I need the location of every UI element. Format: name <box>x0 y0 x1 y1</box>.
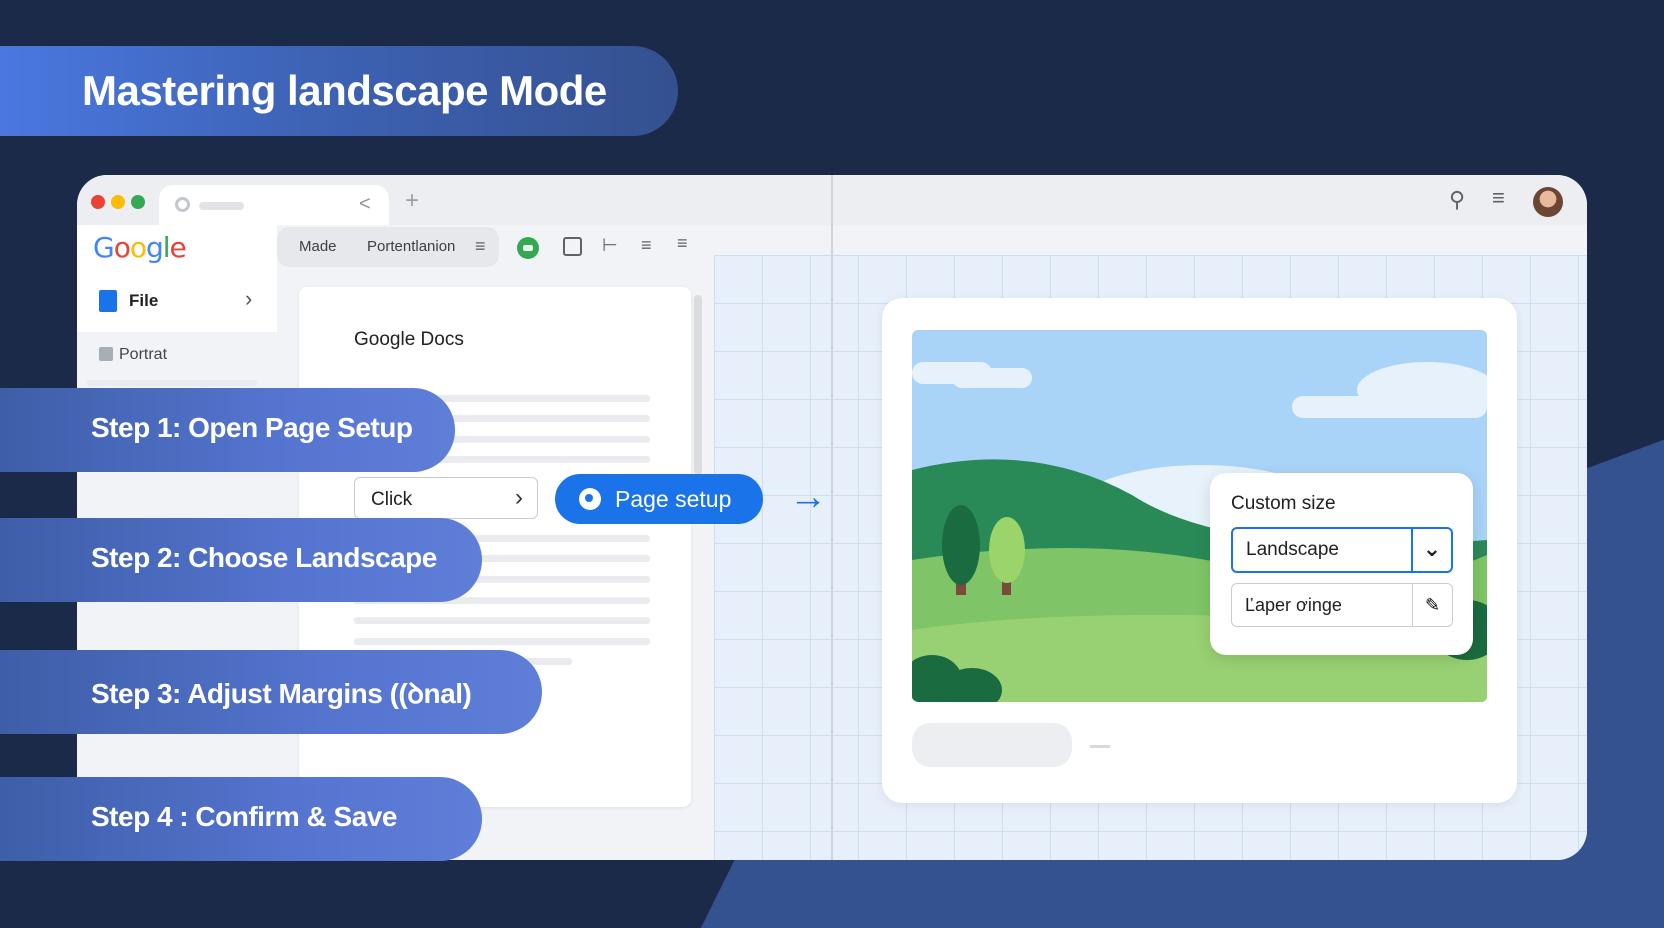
page-setup-button[interactable]: Page setup <box>555 474 763 524</box>
paper-size-value: Ľaper ơinge <box>1245 595 1342 615</box>
sidebar-item-label: Portrat <box>119 346 168 363</box>
document-title: Google Docs <box>354 329 464 350</box>
step-1-banner: Step 1: Open Page Setup <box>0 388 455 472</box>
chevron-down-icon[interactable]: ⌄ <box>1411 527 1451 573</box>
paper-size-input[interactable]: Ľaper ơinge ✎ <box>1231 583 1453 627</box>
custom-size-panel: Custom size Landscape ⌄ Ľaper ơinge ✎ <box>1210 473 1473 655</box>
chevron-right-icon: › <box>245 286 253 311</box>
sheets-icon[interactable] <box>517 237 539 259</box>
back-icon[interactable]: < <box>359 193 371 216</box>
custom-size-title: Custom size <box>1231 493 1336 514</box>
sidebar-item-file[interactable]: File › <box>77 270 277 332</box>
page-setup-label: Page setup <box>615 485 732 512</box>
scrollbar[interactable] <box>694 295 702 475</box>
google-logo[interactable]: Google <box>93 231 187 264</box>
file-icon <box>99 290 117 312</box>
maximize-window-dot[interactable] <box>131 195 145 209</box>
tab-title-placeholder <box>199 202 244 210</box>
sort-icon[interactable]: ≡ <box>475 236 486 257</box>
caption-placeholder <box>912 723 1072 767</box>
page-setup-icon <box>579 488 601 510</box>
align-icon[interactable]: ≡ <box>641 235 652 256</box>
caption-dash <box>1090 745 1110 748</box>
favicon-icon <box>175 197 190 212</box>
step-1-label: Step 1: Open Page Setup <box>91 412 413 443</box>
google-header: Google <box>77 225 277 270</box>
toolbar-item-made[interactable]: Made <box>299 238 337 255</box>
minimize-window-dot[interactable] <box>111 195 125 209</box>
click-label: Click <box>371 489 413 510</box>
menu-lines-icon[interactable]: ≡ <box>677 233 688 254</box>
toolbar-menu: Made Portentlanion ≡ <box>277 227 499 267</box>
orientation-select-value: Landscape <box>1246 539 1339 560</box>
step-4-label: Step 4 : Confirm & Save <box>91 801 397 832</box>
page-title: Mastering landscape Mode <box>82 67 607 114</box>
click-dropdown[interactable]: Click › <box>354 477 538 519</box>
edit-icon[interactable]: ✎ <box>1412 584 1452 626</box>
list-icon[interactable]: ≡ <box>1492 185 1505 211</box>
close-window-dot[interactable] <box>91 195 105 209</box>
step-2-banner: Step 2: Choose Landscape <box>0 518 482 602</box>
vertical-divider <box>831 175 833 860</box>
step-3-label: Step 3: Adjust Margins ((ꝺnal) <box>91 678 472 709</box>
portrait-icon <box>99 347 113 361</box>
avatar[interactable] <box>1533 187 1563 217</box>
chevron-right-icon: › <box>515 484 523 511</box>
text-line <box>354 638 650 645</box>
sidebar-item-portrait[interactable]: Portrat <box>77 333 277 377</box>
text-line <box>354 617 650 624</box>
sidebar-item-label: File <box>129 291 159 310</box>
insert-icon[interactable]: ⊢ <box>602 235 618 256</box>
checkbox-icon[interactable] <box>563 237 582 256</box>
toolbar-item-orientation[interactable]: Portentlanion <box>367 238 455 255</box>
step-2-label: Step 2: Choose Landscape <box>91 542 437 573</box>
browser-tab[interactable]: < <box>159 185 389 225</box>
orientation-select[interactable]: Landscape ⌄ <box>1231 527 1453 573</box>
sidebar-placeholder-line <box>87 380 257 386</box>
step-3-banner: Step 3: Adjust Margins ((ꝺnal) <box>0 650 542 734</box>
title-banner: Mastering landscape Mode <box>0 46 678 136</box>
step-4-banner: Step 4 : Confirm & Save <box>0 777 482 861</box>
arrow-right-icon: → <box>789 476 827 518</box>
new-tab-button[interactable]: + <box>405 187 419 215</box>
search-icon[interactable]: ⚲ <box>1449 187 1465 213</box>
